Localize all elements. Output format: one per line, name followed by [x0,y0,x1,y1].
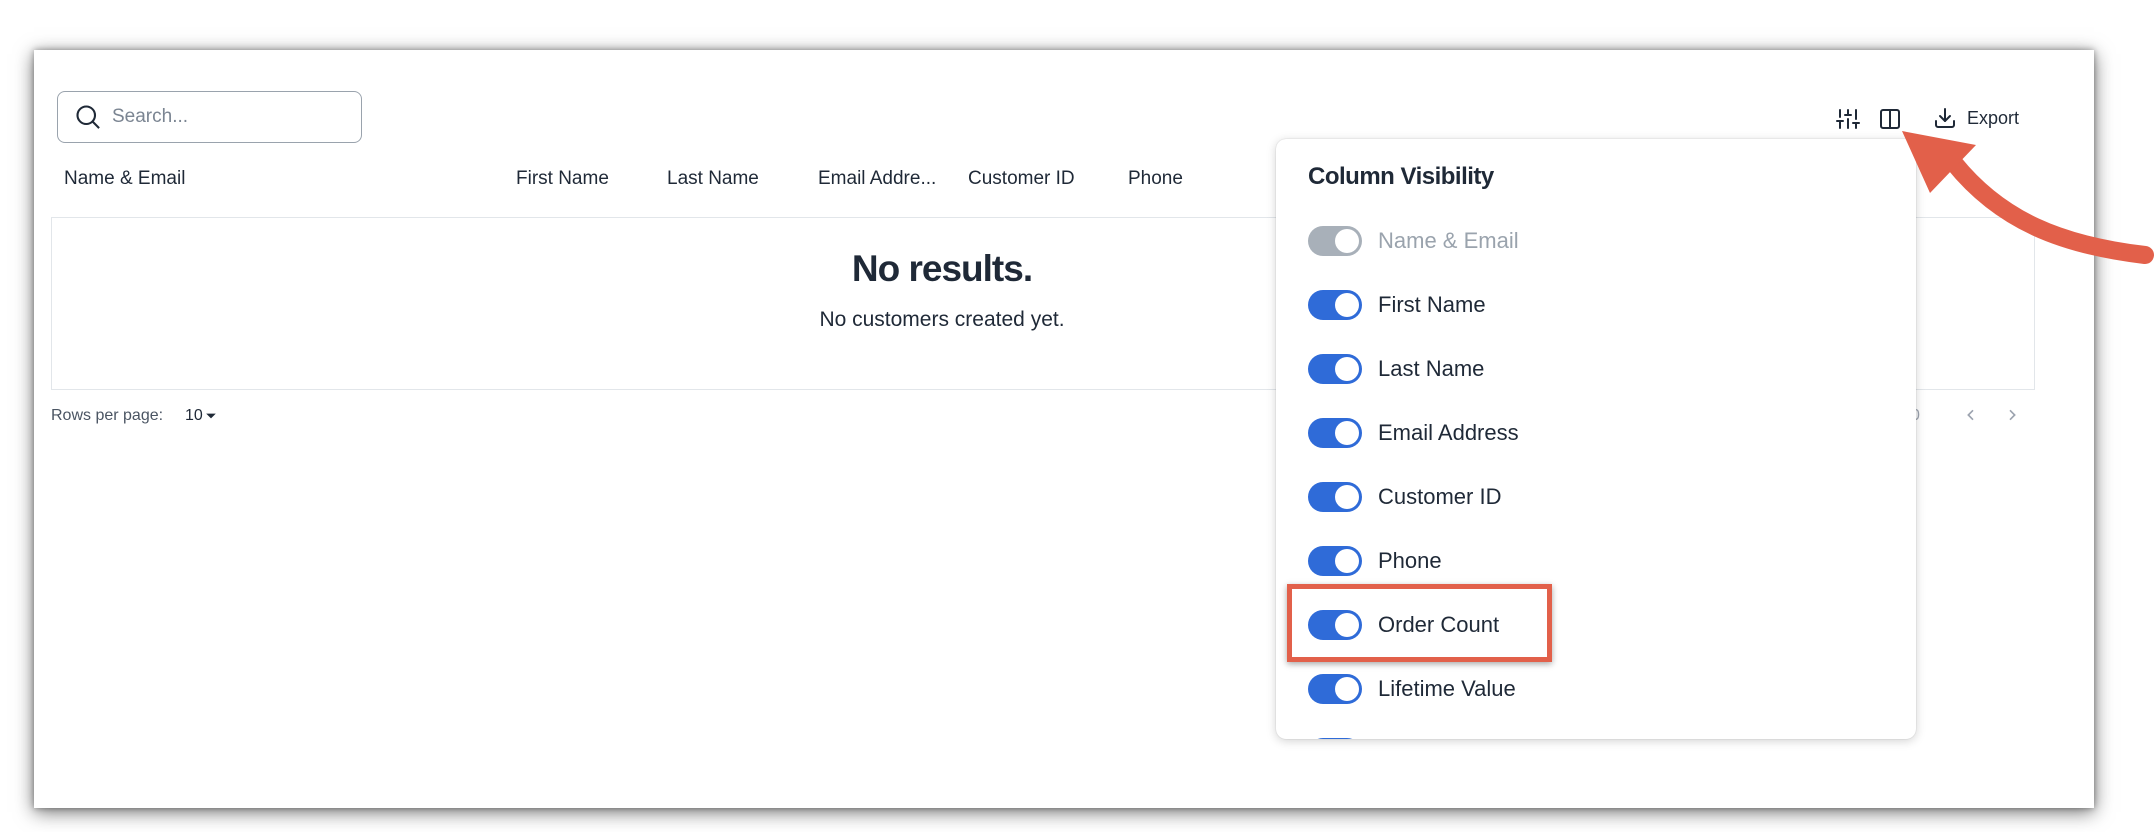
toggle-switch[interactable] [1308,290,1362,320]
header-first-name[interactable]: First Name [516,168,609,190]
toggle-switch[interactable] [1308,418,1362,448]
rows-per-page-select[interactable]: 10 [185,407,217,425]
header-last-name[interactable]: Last Name [667,168,759,190]
column-option-label: Phone [1378,548,1442,573]
previous-page-button[interactable] [1960,404,1982,426]
column-option-last-name[interactable]: Last Name [1308,352,1484,386]
header-customer-id[interactable]: Customer ID [968,168,1075,190]
search-icon [76,105,100,129]
rows-per-page-value: 10 [185,407,203,424]
toggle-switch[interactable] [1308,354,1362,384]
header-name-email[interactable]: Name & Email [64,168,185,190]
column-option-partial[interactable] [1308,736,1362,739]
annotation-highlight-box [1287,584,1552,662]
column-option-email-address[interactable]: Email Address [1308,416,1519,450]
rows-per-page-label: Rows per page: [51,407,164,424]
search-box[interactable] [57,91,362,143]
column-option-customer-id[interactable]: Customer ID [1308,480,1501,514]
toggle-switch [1308,226,1362,256]
column-option-first-name[interactable]: First Name [1308,288,1486,322]
annotation-arrow [1902,131,2154,264]
toggle-switch[interactable] [1308,546,1362,576]
column-option-label: Name & Email [1378,228,1519,253]
chevron-right-icon [2009,409,2016,421]
chevron-left-icon [1967,409,1974,421]
column-option-label: Lifetime Value [1378,676,1516,701]
column-option-label: Customer ID [1378,484,1502,509]
popover-title: Column Visibility [1308,163,1494,190]
column-option-label: First Name [1378,292,1486,317]
header-email-address[interactable]: Email Addre... [818,168,936,190]
sliders-icon [1836,109,1860,129]
next-page-button[interactable] [2001,404,2023,426]
column-option-label: Email Address [1378,420,1519,445]
search-input[interactable] [110,105,344,129]
filter-settings-button[interactable] [1834,105,1862,133]
toggle-switch[interactable] [1308,738,1362,739]
column-option-lifetime-value[interactable]: Lifetime Value [1308,672,1516,706]
column-option-phone[interactable]: Phone [1308,544,1442,578]
toggle-switch[interactable] [1308,674,1362,704]
column-option-label: Last Name [1378,356,1485,381]
header-phone[interactable]: Phone [1128,168,1183,190]
caret-down-icon [205,413,216,419]
toggle-switch[interactable] [1308,482,1362,512]
column-option-name-email: Name & Email [1308,224,1519,258]
